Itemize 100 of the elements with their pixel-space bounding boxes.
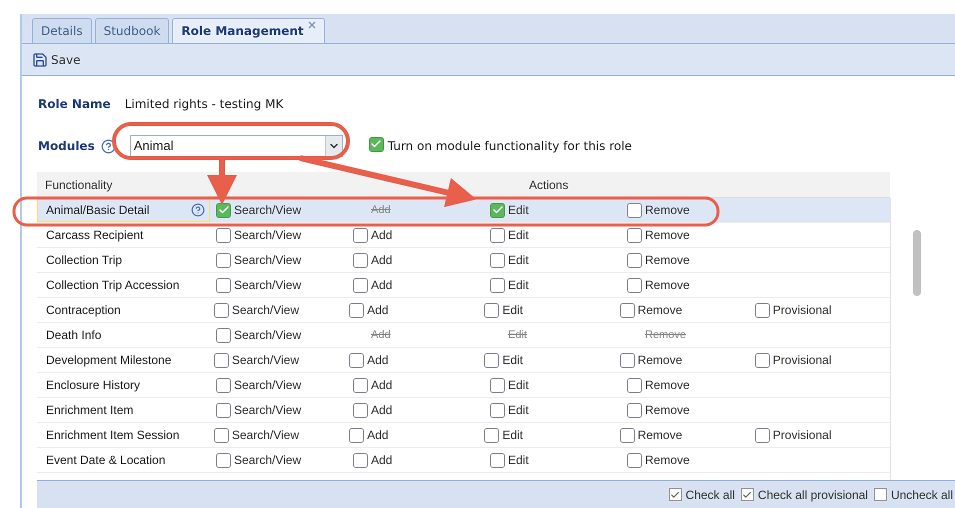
checkbox[interactable] [490,252,505,268]
checkbox[interactable] [668,488,682,501]
checkbox[interactable] [353,452,368,468]
checkbox[interactable] [627,202,642,218]
checkbox[interactable] [214,352,229,368]
permission-label: Search/View [232,427,300,444]
checkbox[interactable] [484,428,500,442]
checkbox[interactable] [214,302,229,318]
tab[interactable]: Studbook [94,18,170,43]
permission-label: Remove [645,377,690,394]
permission-label: Remove [645,252,690,269]
permission-label: Add [371,277,392,294]
role-name-value: Limited rights - testing MK [124,96,284,113]
checkbox[interactable] [349,302,364,318]
permission-label: Remove [645,452,690,469]
checkbox[interactable] [627,228,642,242]
checkbox[interactable] [627,278,642,292]
permission-label: Edit [508,277,529,294]
permission-label: Search/View [234,377,302,394]
checkbox[interactable] [620,428,635,442]
checkbox[interactable] [353,378,368,392]
checkbox[interactable] [353,228,368,242]
check-icon [670,490,680,500]
checkbox[interactable] [627,402,642,418]
permission-label: Edit [508,377,529,394]
column-header: Functionality [44,176,114,194]
checkbox[interactable] [490,278,505,292]
permission-label: Remove [645,402,690,419]
tab[interactable]: Role Management [172,18,325,43]
checkbox[interactable] [353,252,368,268]
permission-label: Search/View [234,452,302,469]
checkbox[interactable] [490,228,505,242]
checkbox[interactable] [349,428,364,442]
permission-label: Add [371,227,392,244]
permission-label: Remove [638,352,682,369]
functionality-name: Collection Trip [46,252,122,269]
checkbox[interactable] [216,402,231,418]
checkbox[interactable] [368,136,384,152]
checkbox[interactable] [216,202,231,218]
checkbox[interactable] [627,452,642,468]
checkbox[interactable] [353,278,368,292]
checkbox[interactable] [353,402,368,418]
functionality-name: Enrichment Item Session [46,427,180,444]
permission-label: Add [371,252,392,269]
checkbox[interactable] [620,302,635,318]
permission-label: Remove [645,227,690,244]
save-button[interactable]: Save [32,50,80,68]
permission-label: Search/View [234,202,302,219]
permission-label: Add [367,427,388,444]
modules-label: Modules [38,138,95,155]
help-icon[interactable] [191,203,205,217]
checkbox[interactable] [216,278,231,292]
checkbox[interactable] [216,228,231,242]
checkbox[interactable] [214,428,229,442]
close-icon[interactable] [308,21,316,29]
permission-label: Edit [502,352,524,369]
footer-option[interactable]: Check all provisional [740,486,868,504]
permission-label: Search/View [234,402,302,419]
module-dropdown[interactable]: Animal [130,135,343,157]
permission-label: Add [371,377,392,394]
checkbox[interactable] [754,352,770,368]
permission-label: Edit [502,302,524,319]
tab[interactable]: Details [32,18,92,43]
permission-label: Remove [645,277,690,294]
checkbox[interactable] [490,202,505,218]
check-icon [742,490,752,500]
checkbox[interactable] [754,428,770,442]
permission-label: Remove [645,202,690,219]
check-icon [218,204,230,216]
checkbox[interactable] [216,452,231,468]
checkbox[interactable] [874,488,887,501]
footer-option[interactable]: Uncheck all [874,486,953,504]
unavailable-permission: Remove [645,328,686,343]
column-header: Actions [528,176,568,194]
checkbox[interactable] [216,328,231,342]
permission-label: Search/View [234,327,302,344]
scrollbar-thumb[interactable] [912,230,920,296]
checkbox[interactable] [490,452,505,468]
functionality-name: Death Info [46,327,102,344]
footer-option[interactable]: Check all [668,486,735,504]
table-row[interactable]: Animal/Basic Detail Search/View Add Edit Remove [37,198,890,223]
permission-label: Edit [508,402,529,419]
checkbox[interactable] [216,252,231,268]
help-icon[interactable] [100,138,116,154]
permission-label: Remove [638,427,682,444]
checkbox[interactable] [620,352,635,368]
checkbox[interactable] [740,488,754,501]
checkbox[interactable] [349,352,364,368]
checkbox[interactable] [490,378,505,392]
save-icon [32,52,48,68]
checkbox[interactable] [627,252,642,268]
checkbox[interactable] [627,378,642,392]
checkbox[interactable] [490,402,505,418]
checkbox[interactable] [484,352,500,368]
permission-label: Add [371,452,392,469]
checkbox[interactable] [754,302,770,318]
functionality-name: Event Date & Location [46,452,166,469]
checkbox[interactable] [484,302,500,318]
functionality-name: Carcass Recipient [46,227,144,244]
checkbox[interactable] [216,378,231,392]
